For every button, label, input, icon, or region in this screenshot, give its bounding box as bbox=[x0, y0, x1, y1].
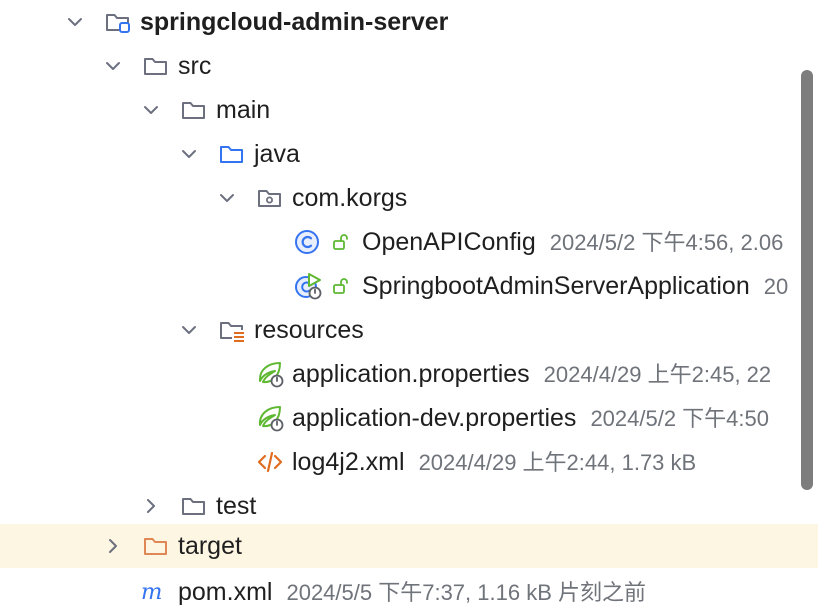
tree-row-java[interactable]: java bbox=[0, 132, 818, 176]
tree-item-label: log4j2.xml 2024/4/29 上午2:44, 1.73 kB bbox=[292, 440, 696, 484]
tree-row-src[interactable]: src bbox=[0, 44, 818, 88]
maven-icon: m bbox=[141, 579, 163, 605]
tree-row-pom-xml[interactable]: m pom.xml 2024/5/5 下午7:37, 1.16 kB 片刻之前 bbox=[0, 570, 818, 612]
tree-item-label: src bbox=[178, 52, 212, 80]
class-icon bbox=[295, 230, 319, 254]
tree-item-label: target bbox=[178, 532, 242, 560]
tree-item-label: java bbox=[254, 140, 300, 168]
tree-item-label: resources bbox=[254, 316, 364, 344]
tree-item-label: application-dev.properties 2024/5/2 下午4:5… bbox=[292, 396, 769, 440]
tree-row-application-dev-properties[interactable]: application-dev.properties 2024/5/2 下午4:5… bbox=[0, 396, 818, 440]
chevron-down-icon[interactable] bbox=[140, 99, 162, 121]
spring-properties-icon bbox=[258, 362, 284, 388]
chevron-down-icon[interactable] bbox=[102, 55, 124, 77]
chevron-down-icon[interactable] bbox=[178, 143, 200, 165]
spring-properties-icon bbox=[258, 406, 284, 432]
project-tree: springcloud-admin-server src main java c… bbox=[0, 0, 818, 612]
folder-icon bbox=[144, 58, 167, 75]
file-name: log4j2.xml bbox=[292, 448, 405, 476]
file-name: pom.xml bbox=[178, 578, 273, 606]
public-access-icon bbox=[333, 278, 348, 294]
spring-boot-application-icon bbox=[295, 273, 322, 300]
tree-row-test[interactable]: test bbox=[0, 484, 818, 528]
tree-item-label: pom.xml 2024/5/5 下午7:37, 1.16 kB 片刻之前 bbox=[178, 570, 646, 612]
file-meta: 2024/4/29 上午2:44, 1.73 kB bbox=[418, 450, 697, 475]
tree-row-spring-app[interactable]: SpringbootAdminServerApplication 20 bbox=[0, 264, 818, 308]
tree-row-package[interactable]: com.korgs bbox=[0, 176, 818, 220]
module-folder-icon bbox=[106, 14, 130, 33]
chevron-right-icon[interactable] bbox=[102, 535, 124, 557]
vertical-scrollbar[interactable] bbox=[801, 70, 813, 490]
tree-item-label: test bbox=[216, 492, 257, 520]
tree-row-root[interactable]: springcloud-admin-server bbox=[0, 0, 818, 44]
source-folder-icon bbox=[220, 146, 243, 163]
svg-text:m: m bbox=[141, 579, 163, 605]
file-meta: 2024/5/2 下午4:56, 2.06 bbox=[549, 230, 784, 255]
tree-item-label: com.korgs bbox=[292, 184, 408, 212]
file-meta: 20 bbox=[763, 274, 789, 299]
resources-folder-icon bbox=[220, 322, 245, 343]
chevron-down-icon[interactable] bbox=[216, 187, 238, 209]
tree-item-label: springcloud-admin-server bbox=[140, 8, 449, 36]
file-meta: 2024/4/29 上午2:45, 22 bbox=[543, 362, 772, 387]
chevron-down-icon[interactable] bbox=[178, 319, 200, 341]
tree-row-target[interactable]: target bbox=[0, 524, 818, 568]
xml-file-icon bbox=[257, 451, 283, 473]
chevron-down-icon[interactable] bbox=[64, 11, 86, 33]
file-meta: 2024/5/2 下午4:50 bbox=[590, 406, 770, 431]
file-name: SpringbootAdminServerApplication bbox=[362, 272, 750, 300]
public-access-icon bbox=[333, 234, 348, 250]
excluded-folder-icon bbox=[144, 538, 167, 555]
file-name: OpenAPIConfig bbox=[362, 228, 536, 256]
tree-row-application-properties[interactable]: application.properties 2024/4/29 上午2:45, … bbox=[0, 352, 818, 396]
tree-row-openapi-config[interactable]: OpenAPIConfig 2024/5/2 下午4:56, 2.06 bbox=[0, 220, 818, 264]
package-icon bbox=[258, 190, 281, 207]
tree-item-label: main bbox=[216, 96, 271, 124]
tree-item-label: SpringbootAdminServerApplication 20 bbox=[362, 264, 788, 308]
tree-row-log4j2-xml[interactable]: log4j2.xml 2024/4/29 上午2:44, 1.73 kB bbox=[0, 440, 818, 484]
file-name: application-dev.properties bbox=[292, 404, 577, 432]
tree-row-main[interactable]: main bbox=[0, 88, 818, 132]
tree-row-resources[interactable]: resources bbox=[0, 308, 818, 352]
folder-icon bbox=[182, 498, 205, 515]
tree-item-label: OpenAPIConfig 2024/5/2 下午4:56, 2.06 bbox=[362, 220, 783, 264]
file-meta: 2024/5/5 下午7:37, 1.16 kB 片刻之前 bbox=[286, 580, 646, 605]
folder-icon bbox=[182, 102, 205, 119]
chevron-right-icon[interactable] bbox=[140, 495, 162, 517]
tree-item-label: application.properties 2024/4/29 上午2:45, … bbox=[292, 352, 771, 396]
file-name: application.properties bbox=[292, 360, 530, 388]
